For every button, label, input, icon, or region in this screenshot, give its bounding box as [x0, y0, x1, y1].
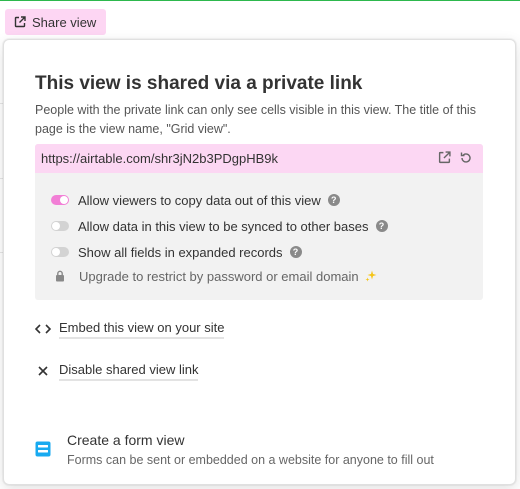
close-icon	[35, 365, 51, 377]
regenerate-icon[interactable]	[459, 151, 473, 165]
option-show-all-fields[interactable]: Show all fields in expanded records ?	[51, 244, 302, 260]
upgrade-text: Upgrade to restrict by password or email…	[79, 268, 359, 284]
popover-description: People with the private link can only se…	[35, 103, 476, 136]
toggle-switch[interactable]	[51, 247, 69, 257]
open-external-icon	[14, 16, 26, 28]
toggle-switch[interactable]	[51, 195, 69, 205]
top-border	[0, 0, 520, 1]
disable-link-label: Disable shared view link	[59, 362, 199, 381]
form-view-title[interactable]: Create a form view	[67, 432, 184, 448]
share-view-button[interactable]: Share view	[5, 9, 106, 35]
help-icon[interactable]: ?	[289, 246, 302, 258]
lock-icon	[56, 270, 64, 282]
option-label: Allow viewers to copy data out of this v…	[78, 192, 321, 208]
help-icon[interactable]: ?	[327, 194, 340, 206]
form-view-description: Forms can be sent or embedded on a websi…	[67, 453, 434, 467]
disable-link-button[interactable]: Disable shared view link	[35, 360, 199, 382]
help-icon[interactable]: ?	[375, 220, 388, 232]
popover-title: This view is shared via a private link	[35, 73, 363, 94]
option-label: Allow data in this view to be synced to …	[78, 218, 369, 234]
option-allow-copy[interactable]: Allow viewers to copy data out of this v…	[51, 192, 340, 208]
option-label: Show all fields in expanded records	[78, 244, 283, 260]
share-url-text[interactable]: https://airtable.com/shr3jN2b3PDgpHB9k	[41, 151, 278, 166]
toggle-switch[interactable]	[51, 221, 69, 231]
embed-view-button[interactable]: Embed this view on your site	[35, 318, 225, 340]
sparkle-icon	[365, 270, 377, 282]
share-view-label: Share view	[32, 14, 97, 30]
share-url-field[interactable]: https://airtable.com/shr3jN2b3PDgpHB9k	[35, 144, 483, 173]
option-allow-sync[interactable]: Allow data in this view to be synced to …	[51, 218, 388, 234]
form-view-icon	[35, 441, 51, 457]
code-icon	[35, 323, 51, 335]
embed-view-label: Embed this view on your site	[59, 320, 225, 339]
option-upgrade-restrict[interactable]: Upgrade to restrict by password or email…	[51, 268, 377, 284]
open-link-icon[interactable]	[438, 151, 451, 164]
